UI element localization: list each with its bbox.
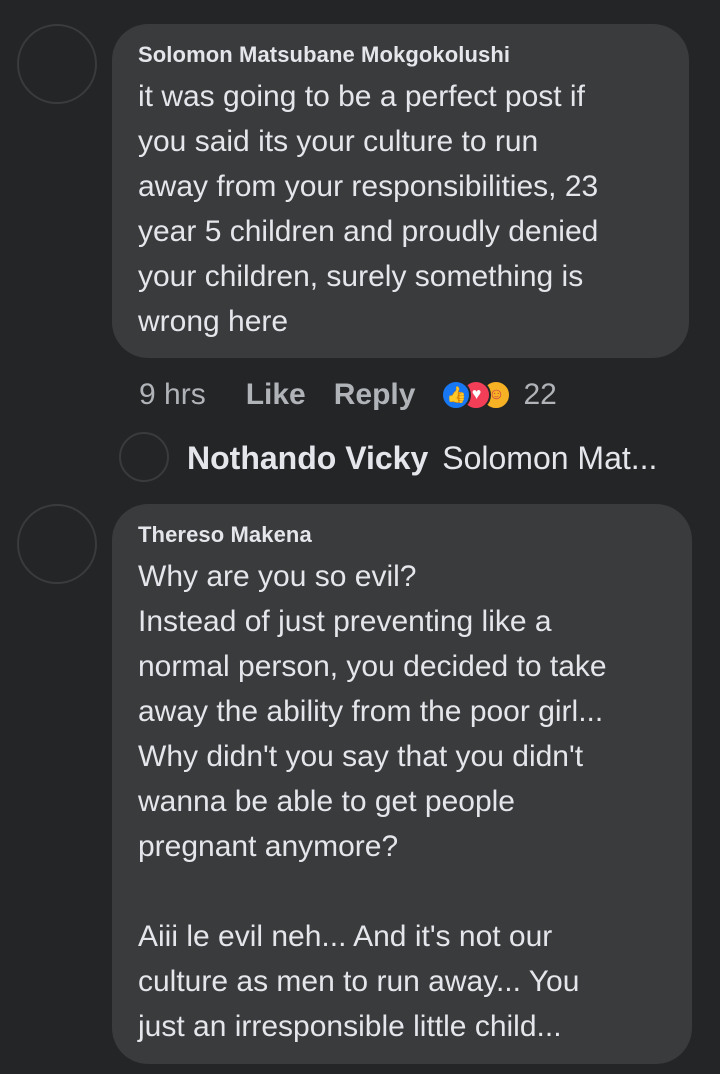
comment-author[interactable]: Solomon Matsubane Mokgokolushi (138, 42, 663, 68)
avatar[interactable] (17, 504, 97, 584)
reply-snippet: Solomon Mat... (442, 439, 658, 476)
comment-text: Why are you so evil? Instead of just pre… (138, 560, 607, 1043)
reaction-count: 22 (523, 378, 557, 411)
reply-preview[interactable]: Nothando Vicky Solomon Mat... (187, 437, 657, 479)
comment-bubble: Thereso Makena Why are you so evil? Inst… (112, 504, 692, 1064)
avatar[interactable] (17, 24, 97, 104)
comment-actions: 9 hrs Like Reply 👍 ♥ ☺ 22 (139, 374, 557, 416)
reply-avatar[interactable] (119, 432, 169, 482)
reply-button[interactable]: Reply (334, 378, 416, 412)
like-button[interactable]: Like (246, 378, 306, 412)
reply-author[interactable]: Nothando Vicky (187, 440, 428, 477)
comment-bubble: Solomon Matsubane Mokgokolushi it was go… (112, 24, 689, 358)
comment-author[interactable]: Thereso Makena (138, 522, 666, 548)
comment-text: it was going to be a perfect post if you… (138, 80, 599, 338)
reaction-summary[interactable]: 👍 ♥ ☺ 22 (441, 378, 557, 412)
comment-timestamp[interactable]: 9 hrs (139, 378, 206, 412)
